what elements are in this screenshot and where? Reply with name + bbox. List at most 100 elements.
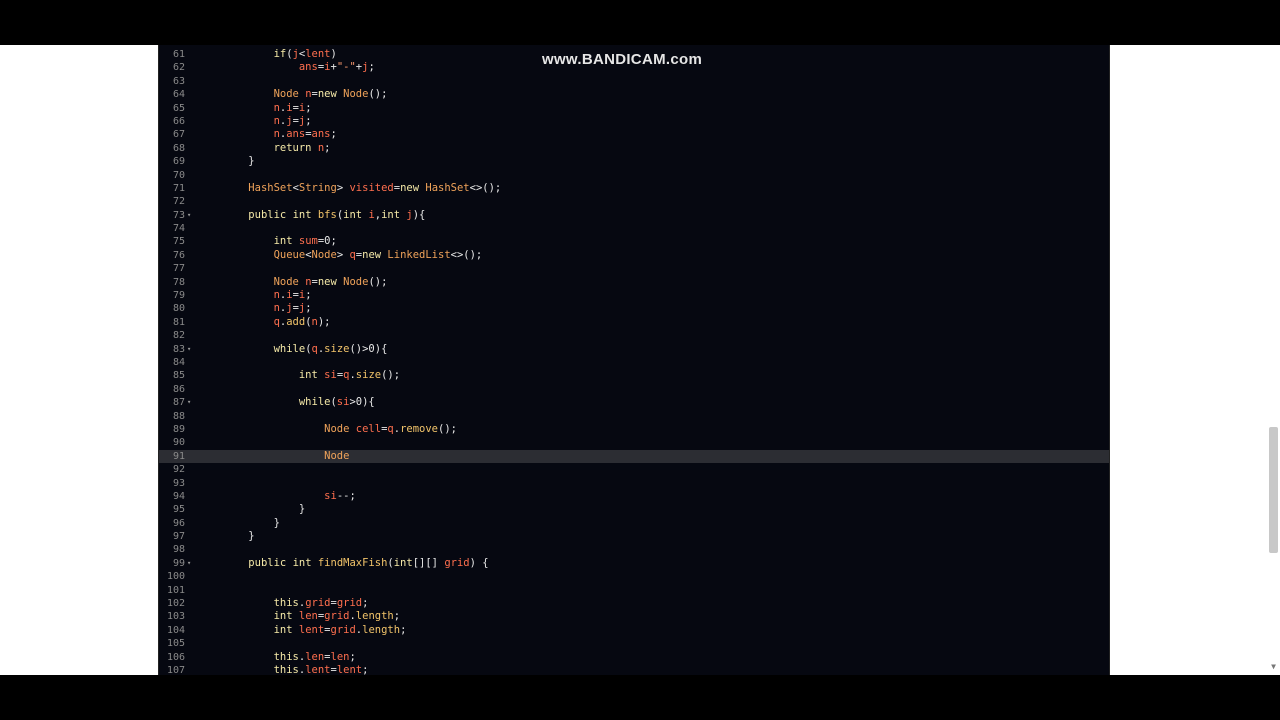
code-line[interactable]: 69 } [159, 155, 1109, 168]
code-line[interactable]: 95 } [159, 503, 1109, 516]
code-text: n.i=i; [273, 101, 312, 114]
line-number: 75 [172, 236, 185, 248]
code-line[interactable]: 103 int len=grid.length; [159, 610, 1109, 623]
code-line[interactable]: 75 int sum=0; [159, 235, 1109, 248]
code-line[interactable]: 93 [159, 477, 1109, 490]
line-number: 98 [172, 544, 185, 556]
code-line[interactable]: 72 [159, 195, 1109, 208]
code-text: int si=q.size(); [298, 369, 401, 382]
code-line[interactable]: 66 n.j=j; [159, 115, 1109, 128]
line-number: 68 [172, 142, 185, 154]
code-line[interactable]: 104 int lent=grid.length; [159, 624, 1109, 637]
code-line[interactable]: 92 [159, 463, 1109, 476]
line-number: 94 [172, 490, 185, 502]
code-line[interactable]: 96 } [159, 517, 1109, 530]
code-line[interactable]: 67 n.ans=ans; [159, 128, 1109, 141]
code-line[interactable]: 64 Node n=new Node(); [159, 88, 1109, 101]
code-line[interactable]: 105 [159, 637, 1109, 650]
code-line[interactable]: 100 [159, 570, 1109, 583]
code-text: public int bfs(int i,int j){ [248, 208, 426, 221]
code-line[interactable]: 63 [159, 75, 1109, 88]
line-number: 105 [166, 638, 185, 650]
code-text: } [223, 530, 255, 543]
code-line[interactable]: 82 [159, 329, 1109, 342]
code-line[interactable]: 68 return n; [159, 142, 1109, 155]
line-number: 73 [172, 209, 185, 221]
code-line[interactable]: 88 [159, 410, 1109, 423]
code-line[interactable]: 85 int si=q.size(); [159, 369, 1109, 382]
line-number: 77 [172, 263, 185, 275]
code-text: this.lent=lent; [273, 663, 369, 675]
line-number: 63 [172, 75, 185, 87]
code-line[interactable]: 89 Node cell=q.remove(); [159, 423, 1109, 436]
fold-arrow-icon[interactable]: ▾ [187, 209, 195, 222]
line-number: 92 [172, 464, 185, 476]
code-text: Node n=new Node(); [273, 88, 388, 101]
code-text: Queue<Node> q=new LinkedList<>(); [273, 248, 483, 261]
line-number: 66 [172, 115, 185, 127]
code-text: q.add(n); [273, 315, 331, 328]
code-line[interactable]: 65 n.i=i; [159, 102, 1109, 115]
line-number: 69 [172, 156, 185, 168]
code-line[interactable]: 91 Node [159, 449, 1109, 464]
line-number: 72 [172, 196, 185, 208]
code-line[interactable]: 98 [159, 543, 1109, 556]
code-line[interactable]: 78 Node n=new Node(); [159, 276, 1109, 289]
line-number: 64 [172, 89, 185, 101]
code-line[interactable]: 74 [159, 222, 1109, 235]
code-text: HashSet<String> visited=new HashSet<>(); [248, 181, 502, 194]
code-text: int sum=0; [273, 235, 337, 248]
line-number: 107 [166, 664, 185, 675]
code-line[interactable]: 87 ▾ while(si>0){ [159, 396, 1109, 409]
code-line[interactable]: 70 [159, 169, 1109, 182]
line-number: 86 [172, 383, 185, 395]
code-text: n.ans=ans; [273, 128, 337, 141]
code-line[interactable]: 97 } [159, 530, 1109, 543]
fold-arrow-icon[interactable]: ▾ [187, 343, 195, 356]
fold-arrow-icon[interactable]: ▾ [187, 557, 195, 570]
code-text: int len=grid.length; [273, 610, 401, 623]
page-scrollbar-thumb[interactable] [1269, 427, 1278, 553]
code-text: ans=i+"-"+j; [298, 61, 375, 74]
line-number: 103 [166, 611, 185, 623]
line-number: 96 [172, 517, 185, 529]
code-text: this.len=len; [273, 650, 356, 663]
line-number: 102 [166, 598, 185, 610]
code-line[interactable]: 73 ▾ public int bfs(int i,int j){ [159, 209, 1109, 222]
line-number: 76 [172, 249, 185, 261]
code-line[interactable]: 99 ▾ public int findMaxFish(int[][] grid)… [159, 557, 1109, 570]
scroll-down-arrow-icon[interactable]: ▼ [1269, 663, 1278, 671]
code-line[interactable]: 71 HashSet<String> visited=new HashSet<>… [159, 182, 1109, 195]
code-line[interactable]: 83 ▾ while(q.size()>0){ [159, 343, 1109, 356]
line-number: 71 [172, 182, 185, 194]
code-line[interactable]: 86 [159, 383, 1109, 396]
code-line[interactable]: 107 this.lent=lent; [159, 664, 1109, 675]
browser-page: 61 if(j<lent) 62 ans=i+"-"+j; 63 64 Node n=… [0, 45, 1280, 675]
line-number: 88 [172, 410, 185, 422]
code-line[interactable]: 94 si--; [159, 490, 1109, 503]
code-line[interactable]: 106 this.len=len; [159, 651, 1109, 664]
line-number: 74 [172, 223, 185, 235]
line-number: 85 [172, 370, 185, 382]
line-number: 104 [166, 624, 185, 636]
line-number: 100 [166, 571, 185, 583]
fold-arrow-icon[interactable]: ▾ [187, 396, 195, 409]
code-line[interactable]: 101 [159, 584, 1109, 597]
code-line[interactable]: 76 Queue<Node> q=new LinkedList<>(); [159, 249, 1109, 262]
code-line[interactable]: 90 [159, 436, 1109, 449]
code-text: Node [324, 449, 350, 462]
line-number: 87 [172, 397, 185, 409]
code-line[interactable]: 77 [159, 262, 1109, 275]
line-number: 67 [172, 129, 185, 141]
code-line[interactable]: 79 n.i=i; [159, 289, 1109, 302]
code-line[interactable]: 80 n.j=j; [159, 302, 1109, 315]
code-text: n.j=j; [273, 114, 312, 127]
line-number: 61 [172, 49, 185, 60]
code-line[interactable]: 102 this.grid=grid; [159, 597, 1109, 610]
code-line[interactable]: 81 q.add(n); [159, 316, 1109, 329]
code-text: public int findMaxFish(int[][] grid) { [248, 556, 489, 569]
line-number: 99 [172, 557, 185, 569]
code-editor[interactable]: 61 if(j<lent) 62 ans=i+"-"+j; 63 64 Node n=… [158, 45, 1110, 675]
line-number: 84 [172, 356, 185, 368]
code-line[interactable]: 84 [159, 356, 1109, 369]
